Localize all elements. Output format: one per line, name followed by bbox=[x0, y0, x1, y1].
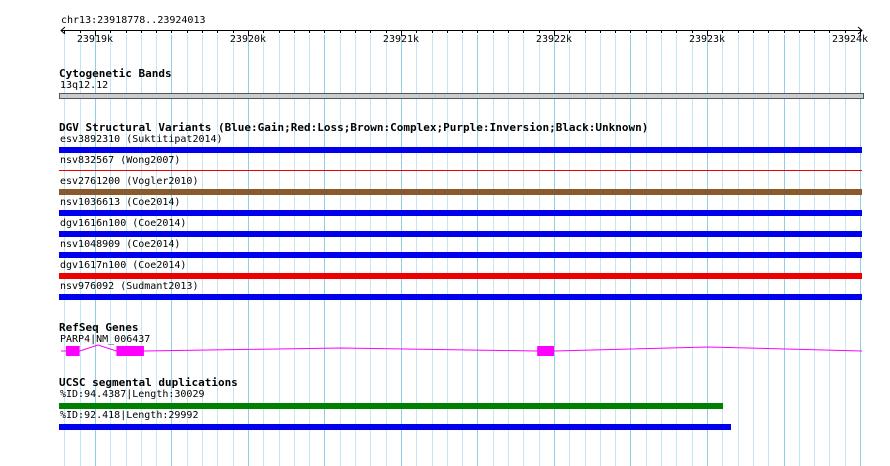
track-title-cytobands: Cytogenetic Bands bbox=[59, 67, 172, 80]
ruler-tick-label: 23921k bbox=[382, 34, 420, 45]
cytoband-bar[interactable] bbox=[59, 93, 864, 99]
ruler-tick-label: 23923k bbox=[688, 34, 726, 45]
segdup-label: %ID:92.418|Length:29992 bbox=[60, 410, 199, 421]
gene-model-parp4[interactable] bbox=[0, 340, 890, 362]
dgv-variant-bar[interactable] bbox=[59, 210, 862, 216]
track-title-segdups: UCSC segmental duplications bbox=[59, 376, 238, 389]
dgv-variant-label: nsv832567 (Wong2007) bbox=[60, 155, 181, 166]
gene-exon[interactable] bbox=[65, 346, 80, 356]
dgv-variant-label: nsv1048909 (Coe2014) bbox=[60, 239, 181, 250]
segdup-bar[interactable] bbox=[59, 424, 731, 430]
dgv-variant-label: nsv1036613 (Coe2014) bbox=[60, 197, 181, 208]
dgv-variant-bar[interactable] bbox=[59, 189, 862, 195]
dgv-variant-bar[interactable] bbox=[59, 147, 862, 153]
segdup-label: %ID:94.4387|Length:30029 bbox=[60, 389, 205, 400]
dgv-variant-label: dgv1617n100 (Coe2014) bbox=[60, 260, 187, 271]
ruler-tick-label: 23922k bbox=[535, 34, 573, 45]
track-title-dgv: DGV Structural Variants (Blue:Gain;Red:L… bbox=[59, 121, 649, 134]
dgv-variant-label: esv3892310 (Suktitipat2014) bbox=[60, 134, 223, 145]
track-title-refseq: RefSeq Genes bbox=[59, 321, 139, 334]
dgv-variant-label: nsv976092 (Sudmant2013) bbox=[60, 281, 199, 292]
ruler-tick-label: 23919k bbox=[76, 34, 114, 45]
dgv-variant-bar[interactable] bbox=[59, 170, 862, 171]
dgv-variant-label: dgv1616n100 (Coe2014) bbox=[60, 218, 187, 229]
dgv-variant-bar[interactable] bbox=[59, 252, 862, 258]
dgv-variant-bar[interactable] bbox=[59, 273, 862, 279]
segdup-bar[interactable] bbox=[59, 403, 724, 409]
dgv-variant-bar[interactable] bbox=[59, 294, 862, 300]
dgv-variant-label: esv2761200 (Vogler2010) bbox=[60, 176, 199, 187]
gene-exon[interactable] bbox=[537, 346, 554, 356]
ruler[interactable] bbox=[0, 0, 890, 50]
gene-exon[interactable] bbox=[116, 346, 144, 356]
cytoband-label: 13q12.12 bbox=[60, 80, 109, 91]
ruler-tick-label: 23920k bbox=[229, 34, 267, 45]
dgv-variant-bar[interactable] bbox=[59, 231, 862, 237]
genome-browser: chr13:23918778..23924013 23919k 23920k 239… bbox=[0, 0, 890, 466]
ruler-tick-label: 23924k bbox=[831, 34, 869, 45]
gene-intron-line bbox=[61, 344, 863, 352]
